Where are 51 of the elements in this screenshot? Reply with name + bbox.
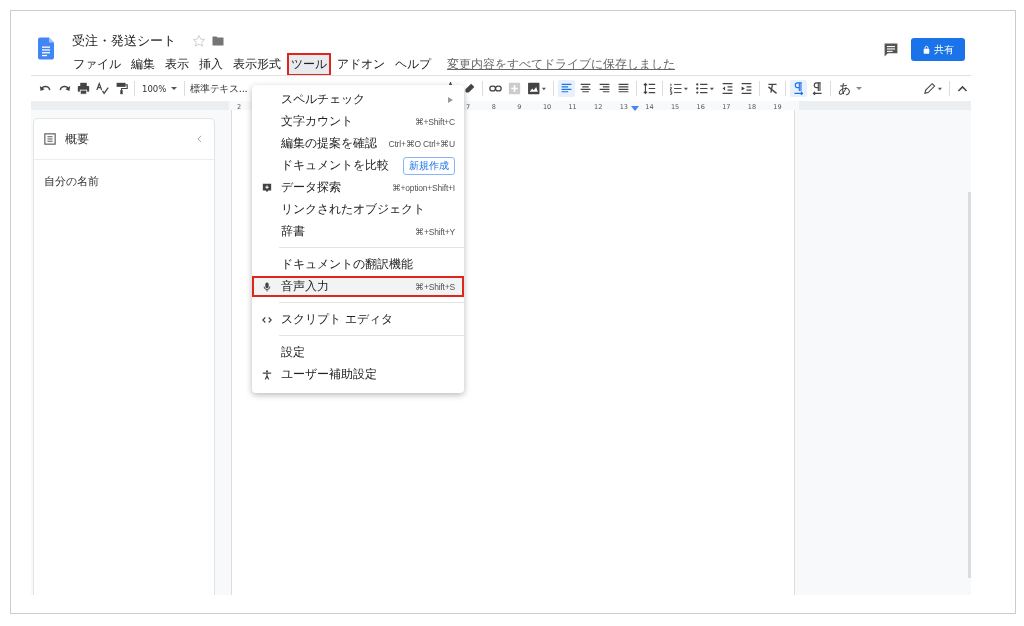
shortcut-text: ⌘+Shift+Y xyxy=(414,226,455,237)
align-left-icon[interactable] xyxy=(558,80,576,97)
document-title[interactable]: 受注・発送シート xyxy=(72,32,176,50)
caret-icon xyxy=(171,87,178,90)
folder-icon[interactable] xyxy=(212,36,224,46)
docs-icon[interactable] xyxy=(38,37,54,60)
menu-item[interactable]: ユーザー補助設定 xyxy=(252,364,464,385)
microphone-icon xyxy=(262,281,272,292)
menu-item[interactable]: 挿入 xyxy=(195,53,227,76)
menu-item[interactable]: 辞書 ⌘+Shift+Y xyxy=(252,221,464,242)
outline-heading[interactable]: 自分の名前 xyxy=(34,160,214,203)
menu-item[interactable]: ファイル xyxy=(69,53,125,76)
menu-item[interactable]: スペルチェック xyxy=(252,89,464,110)
lock-icon xyxy=(922,45,930,54)
accessibility-icon xyxy=(262,369,272,380)
menu-item[interactable]: 編集の提案を確認 Ctrl+⌘O Ctrl+⌘U xyxy=(252,133,464,154)
menu-item[interactable]: スクリプト エディタ xyxy=(252,309,464,330)
caret-icon xyxy=(856,87,863,90)
shortcut-text: ⌘+Shift+S xyxy=(414,281,455,292)
new-badge: 新規作成 xyxy=(403,156,455,175)
shortcut-text: ⌘+option+Shift+I xyxy=(390,182,455,193)
star-icon[interactable] xyxy=(192,34,206,48)
submenu-arrow-icon xyxy=(448,96,453,103)
menu-item[interactable]: ツール xyxy=(287,53,331,76)
code-icon xyxy=(262,314,272,325)
menu-item[interactable]: リンクされたオブジェクト xyxy=(252,199,464,220)
menu-item[interactable]: ドキュメントを比較 新規作成 xyxy=(252,155,464,176)
outline-icon xyxy=(44,133,56,145)
spellcheck-icon[interactable] xyxy=(94,80,111,97)
menu-item[interactable]: 表示形式 xyxy=(229,53,285,76)
shortcut-text: Ctrl+⌘O Ctrl+⌘U xyxy=(387,138,455,149)
menu-item[interactable]: アドオン xyxy=(333,53,389,76)
zoom-dropdown[interactable]: 100% xyxy=(139,81,181,96)
save-status-link[interactable]: 変更内容をすべてドライブに保存しました xyxy=(447,56,675,73)
menu-item[interactable]: 音声入力 ⌘+Shift+S xyxy=(252,276,464,297)
print-icon[interactable] xyxy=(75,80,92,97)
menu-item[interactable]: ヘルプ xyxy=(391,53,435,76)
shortcut-text: ⌘+Shift+C xyxy=(413,116,455,127)
menu-item[interactable]: 編集 xyxy=(127,53,159,76)
menu-item[interactable]: 文字カウント ⌘+Shift+C xyxy=(252,111,464,132)
input-tools-button[interactable]: あ xyxy=(835,77,866,100)
style-dropdown[interactable]: 標準テキス... xyxy=(189,79,249,98)
explore-icon xyxy=(262,182,272,193)
pilcrow-right-icon[interactable] xyxy=(790,80,808,97)
share-button[interactable]: 共有 xyxy=(911,38,965,61)
menu-item[interactable]: 設定 xyxy=(252,342,464,363)
menu-item[interactable]: ドキュメントの翻訳機能 xyxy=(252,254,464,275)
outline-title: 概要 xyxy=(65,130,89,148)
menu-item[interactable]: データ探索 ⌘+option+Shift+I xyxy=(252,177,464,198)
menu-item[interactable]: 表示 xyxy=(161,53,193,76)
comment-icon[interactable] xyxy=(883,41,899,58)
